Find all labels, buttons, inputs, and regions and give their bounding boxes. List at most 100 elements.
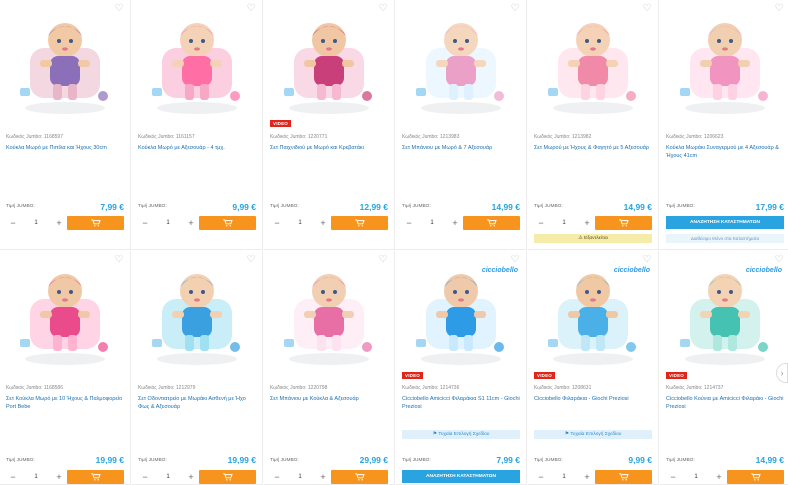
quantity-stepper[interactable]: − 1 +: [666, 470, 726, 484]
decrease-qty-button[interactable]: −: [6, 472, 20, 482]
add-to-cart-button[interactable]: [199, 470, 256, 484]
price-label: Τιμή JUMBO:: [138, 458, 167, 463]
decrease-qty-button[interactable]: −: [6, 218, 20, 228]
product-card[interactable]: ♡ Κωδικός Jumbo: 1161157 Κούκλα Μωρό με …: [132, 0, 263, 250]
quantity-stepper[interactable]: − 1 +: [138, 470, 198, 484]
decrease-qty-button[interactable]: −: [534, 472, 548, 482]
quantity-value[interactable]: 1: [298, 220, 301, 226]
increase-qty-button[interactable]: +: [52, 218, 66, 228]
product-name-link[interactable]: Σετ Παιχνιδιού με Μωρό και Κρεβατάκι: [270, 144, 388, 152]
quantity-value[interactable]: 1: [166, 220, 169, 226]
product-name-link[interactable]: Cicciobello Κούνια με Amicicci Φιλαράκι …: [666, 395, 784, 411]
product-code-value: 1168597: [43, 134, 63, 140]
increase-qty-button[interactable]: +: [316, 218, 330, 228]
quantity-value[interactable]: 1: [34, 474, 37, 480]
product-card[interactable]: ♡ Κωδικός Jumbo: 1213983 Σετ Μπάνιου με …: [396, 0, 527, 250]
product-card[interactable]: ♡ VIDEO Κωδικός Jumbo: 1220771 Σετ Παιχν…: [264, 0, 395, 250]
product-image[interactable]: [536, 259, 651, 369]
product-card[interactable]: ♡ Κωδικός Jumbo: 1168586 Σετ Κούκλα Μωρό…: [0, 251, 131, 485]
increase-qty-button[interactable]: +: [52, 472, 66, 482]
add-to-cart-button[interactable]: [463, 216, 520, 230]
increase-qty-button[interactable]: +: [184, 218, 198, 228]
increase-qty-button[interactable]: +: [580, 218, 594, 228]
product-image[interactable]: [140, 8, 255, 118]
product-name-link[interactable]: Cicciobello Amicicci Φιλαράκια S1 11cm -…: [402, 395, 520, 411]
quantity-value[interactable]: 1: [694, 474, 697, 480]
quantity-stepper[interactable]: − 1 +: [270, 470, 330, 484]
product-name-link[interactable]: Σετ Κούκλα Μωρό με 10 Ήχους & Παλμοφορεί…: [6, 395, 124, 411]
add-to-cart-button[interactable]: [727, 470, 784, 484]
product-card[interactable]: ♡ Κωδικός Jumbo: 1212979 Σετ Οδοντιατρεί…: [132, 251, 263, 485]
quantity-value[interactable]: 1: [562, 474, 565, 480]
quantity-value[interactable]: 1: [430, 220, 433, 226]
quantity-stepper[interactable]: − 1 +: [534, 470, 594, 484]
product-card[interactable]: ♡ cicciobello VIDEO Κωδικός Jumbo: 120863…: [528, 251, 659, 485]
add-to-cart-button[interactable]: [331, 216, 388, 230]
product-card[interactable]: ♡ Κωδικός Jumbo: 1168597 Κούκλα Μωρό με …: [0, 0, 131, 250]
product-image[interactable]: [404, 259, 519, 369]
increase-qty-button[interactable]: +: [448, 218, 462, 228]
price-value: 7,99 €: [496, 455, 520, 465]
product-name-link[interactable]: Cicciobello Φιλαράκια - Giochi Preziosi: [534, 395, 652, 403]
product-name-link[interactable]: Σετ Μπάνιου με Μωρό & 7 Αξεσουάρ: [402, 144, 520, 152]
product-code-label: Κωδικός Jumbo:: [666, 385, 703, 391]
product-image[interactable]: [8, 8, 123, 118]
quantity-stepper[interactable]: − 1 +: [138, 216, 198, 230]
price-label: Τιμή JUMBO:: [270, 204, 299, 209]
quantity-value[interactable]: 1: [34, 220, 37, 226]
product-code: Κωδικός Jumbo: 1206623: [666, 134, 723, 140]
quantity-stepper[interactable]: − 1 +: [402, 216, 462, 230]
product-image[interactable]: [668, 8, 783, 118]
add-to-cart-button[interactable]: [595, 470, 652, 484]
quantity-value[interactable]: 1: [562, 220, 565, 226]
quantity-stepper[interactable]: − 1 +: [6, 216, 66, 230]
add-to-cart-button[interactable]: [595, 216, 652, 230]
product-card[interactable]: ♡ Κωδικός Jumbo: 1213982 Σετ Μωρού με Ήχ…: [528, 0, 659, 250]
quantity-stepper[interactable]: − 1 +: [270, 216, 330, 230]
video-badge: VIDEO: [270, 120, 292, 127]
product-image[interactable]: [536, 8, 651, 118]
product-name-link[interactable]: Κούκλα Μωρό με Πιπίλα και Ήχους 30cm: [6, 144, 124, 152]
decrease-qty-button[interactable]: −: [402, 218, 416, 228]
store-search-button[interactable]: ΑΝΑΖΗΤΗΣΗ ΚΑΤΑΣΤΗΜΑΤΩΝ: [666, 216, 784, 229]
decrease-qty-button[interactable]: −: [666, 472, 680, 482]
decrease-qty-button[interactable]: −: [138, 218, 152, 228]
quantity-stepper[interactable]: − 1 +: [534, 216, 594, 230]
product-name-link[interactable]: Κούκλα Μωρό με Αξεσουάρ - 4 τμχ.: [138, 144, 256, 152]
increase-qty-button[interactable]: +: [316, 472, 330, 482]
increase-qty-button[interactable]: +: [580, 472, 594, 482]
product-name-link[interactable]: Σετ Μπάνιου με Κούκλα & Αξεσουάρ: [270, 395, 388, 403]
quantity-value[interactable]: 1: [298, 474, 301, 480]
product-image[interactable]: [8, 259, 123, 369]
product-code-value: 1214736: [439, 385, 460, 391]
product-card[interactable]: ♡ Κωδικός Jumbo: 1220798 Σετ Μπάνιου με …: [264, 251, 395, 485]
add-to-cart-button[interactable]: [67, 216, 124, 230]
product-card[interactable]: ♡ cicciobello VIDEO Κωδικός Jumbo: 121473…: [396, 251, 527, 485]
decrease-qty-button[interactable]: −: [270, 472, 284, 482]
price-value: 12,99 €: [359, 202, 388, 212]
product-name-link[interactable]: Σετ Οδοντιατρείο με Μωράκι Ασθενή με Ήχο…: [138, 395, 256, 411]
price-label: Τιμή JUMBO:: [270, 458, 299, 463]
decrease-qty-button[interactable]: −: [138, 472, 152, 482]
product-name-link[interactable]: Κούκλα Μωράκι Συναγερμού με 4 Αξεσουάρ &…: [666, 144, 784, 160]
increase-qty-button[interactable]: +: [184, 472, 198, 482]
product-image[interactable]: [668, 259, 783, 369]
quantity-stepper[interactable]: − 1 +: [6, 470, 66, 484]
product-image[interactable]: [272, 259, 387, 369]
product-image[interactable]: [272, 8, 387, 118]
product-image[interactable]: [140, 259, 255, 369]
quantity-value[interactable]: 1: [166, 474, 169, 480]
product-card[interactable]: ♡ cicciobello VIDEO Κωδικός Jumbo: 121473…: [660, 251, 788, 485]
increase-qty-button[interactable]: +: [712, 472, 726, 482]
add-to-cart-button[interactable]: [331, 470, 388, 484]
add-to-cart-button[interactable]: [67, 470, 124, 484]
product-name-link[interactable]: Σετ Μωρού με Ήχους & Φαγητό με 5 Αξεσουά…: [534, 144, 652, 152]
decrease-qty-button[interactable]: −: [270, 218, 284, 228]
product-image[interactable]: [404, 8, 519, 118]
add-to-cart-button[interactable]: [199, 216, 256, 230]
product-card[interactable]: ♡ Κωδικός Jumbo: 1206623 Κούκλα Μωράκι Σ…: [660, 0, 788, 250]
decrease-qty-button[interactable]: −: [534, 218, 548, 228]
price-label: Τιμή JUMBO:: [138, 204, 167, 209]
product-code-value: 1212979: [175, 385, 196, 391]
store-search-button[interactable]: ΑΝΑΖΗΤΗΣΗ ΚΑΤΑΣΤΗΜΑΤΩΝ: [402, 470, 520, 483]
